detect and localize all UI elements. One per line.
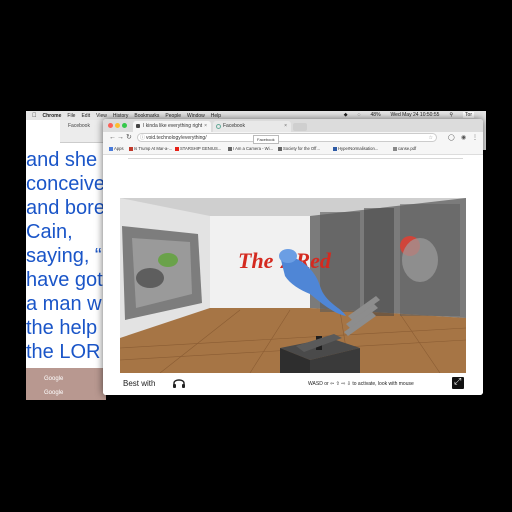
menu-edit[interactable]: Edit (81, 113, 90, 119)
tab-label: Facebook (223, 123, 245, 129)
bookmark-label: I Am a Camera - Wi... (233, 146, 274, 151)
page-content: The 7 Red Best with WAS (103, 155, 483, 395)
bookmark-item[interactable]: Apps (109, 145, 124, 153)
bookmark-item[interactable]: Society for the Off... (278, 145, 320, 153)
maximize-window-button[interactable] (122, 123, 127, 128)
dock-item-google[interactable]: Google (44, 390, 63, 396)
extension-icon[interactable]: ◉ (461, 133, 466, 143)
chrome-window: I kinda like everything right × Facebook… (103, 119, 483, 395)
menu-bookmarks[interactable]: Bookmarks (134, 113, 159, 119)
tab-tooltip: Facebook (253, 135, 279, 144)
scripture-line: and she (26, 149, 98, 171)
close-tab-icon[interactable]: × (204, 121, 207, 132)
bookmark-item[interactable]: canse.pdf (393, 145, 416, 153)
scripture-line: the help (26, 317, 98, 339)
minimize-window-button[interactable] (115, 123, 120, 128)
reload-icon[interactable]: ↻ (126, 133, 132, 143)
scripture-line: saying, “ (26, 245, 102, 267)
scripture-line: Cain, (26, 221, 73, 243)
tab-favicon-icon (136, 124, 140, 128)
close-tab-icon[interactable]: × (284, 121, 287, 132)
wikipedia-icon (278, 146, 282, 151)
tab-everything[interactable]: I kinda like everything right × (133, 121, 211, 132)
scripture-line: the LOR (26, 341, 101, 363)
back-arrow-icon[interactable]: ← (109, 133, 116, 143)
tab-facebook[interactable]: Facebook × (213, 121, 291, 132)
tab-strip: I kinda like everything right × Facebook… (103, 119, 483, 132)
menu-people[interactable]: People (165, 113, 181, 119)
bookmark-label: Society for the Off... (283, 146, 320, 151)
new-tab-button[interactable] (293, 123, 307, 131)
dropbox-icon[interactable]: ◆ (344, 112, 348, 118)
grey-blob (136, 268, 164, 288)
menu-file[interactable]: File (67, 113, 75, 119)
info-icon[interactable]: ⓘ (140, 134, 145, 143)
browser-toolbar: ← → ↻ ⓘ void.technology/everything/ ☆ ◯ … (103, 132, 483, 144)
close-window-button[interactable] (108, 123, 113, 128)
3d-scene-canvas[interactable]: The 7 Red (120, 198, 466, 373)
menu-app-chrome[interactable]: Chrome (43, 113, 62, 119)
bookmark-item[interactable]: I Am a Camera - Wi... (228, 145, 273, 153)
fullscreen-button[interactable]: ⤢ (452, 376, 464, 389)
headphones-icon (173, 379, 185, 388)
menu-history[interactable]: History (113, 113, 129, 119)
page-icon (333, 146, 337, 151)
divider (128, 158, 463, 159)
loading-spinner-icon (216, 124, 221, 129)
wikipedia-icon (228, 146, 232, 151)
menu-help[interactable]: Help (211, 113, 221, 119)
background-dock-strip: Google Google (26, 368, 106, 400)
menu-kebab-icon[interactable]: ⋮ (472, 133, 478, 143)
caption-bar: Best with WASD or ⇦ ⇧ ⇨ ⇩ to activate, l… (103, 373, 483, 395)
menu-view[interactable]: View (96, 113, 107, 119)
bookmark-item[interactable]: Is Trump At Mar-a-... (129, 145, 172, 153)
youtube-icon (175, 146, 179, 151)
blue-figure-head (279, 249, 297, 263)
expand-icon: ⤢ (454, 376, 462, 386)
menu-window[interactable]: Window (187, 113, 205, 119)
controls-hint: WASD or ⇦ ⇧ ⇨ ⇩ to activate, look with m… (308, 381, 414, 387)
best-with-label: Best with (123, 379, 156, 388)
url-text: void.technology/everything/ (146, 135, 207, 141)
file-icon (393, 146, 397, 151)
clock[interactable]: Wed May 24 10:50:55 (391, 112, 440, 118)
scripture-line: conceive (26, 173, 105, 195)
forward-arrow-icon[interactable]: → (117, 133, 124, 143)
dock-item-google[interactable]: Google (44, 376, 63, 382)
apple-menu-icon[interactable]:  (32, 113, 37, 119)
statue (402, 238, 438, 282)
bookmark-label: Is Trump At Mar-a-... (134, 146, 173, 151)
background-tab-label: Facebook (68, 123, 90, 129)
bookmark-item[interactable]: HyperNormalisation... (333, 145, 378, 153)
search-icon[interactable]: ⚲ (449, 112, 453, 118)
bookmark-label: canse.pdf (398, 146, 417, 151)
wifi-icon[interactable]: ◌ (358, 112, 361, 118)
bookmark-label: STARSHIP GENIUS... (180, 146, 222, 151)
menubar-status-area: ◆ ◌ 48% Wed May 24 10:50:55 ⚲ Tor (344, 112, 480, 118)
address-bar[interactable]: ⓘ void.technology/everything/ ☆ (137, 133, 437, 142)
scripture-line: have got (26, 269, 103, 291)
tab-label: I kinda like everything right (143, 123, 203, 129)
bookmark-label: HyperNormalisation... (338, 146, 379, 151)
page-icon (129, 146, 133, 151)
apps-grid-icon (109, 146, 113, 151)
background-text-block: and she conceive and bore Cain, saying, … (26, 148, 106, 368)
bookmark-label: Apps (114, 146, 124, 151)
scripture-line: a man w (26, 293, 102, 315)
bookmarks-bar: Apps Is Trump At Mar-a-... STARSHIP GENIUS… (103, 144, 483, 155)
battery-percent[interactable]: 48% (371, 112, 381, 118)
scripture-line: and bore (26, 197, 105, 219)
bookmark-item[interactable]: STARSHIP GENIUS... (175, 145, 221, 153)
user-name[interactable]: Tor (463, 112, 474, 118)
extension-icon[interactable]: ◯ (448, 133, 455, 143)
green-blob (158, 253, 178, 267)
bookmark-star-icon[interactable]: ☆ (429, 134, 433, 143)
